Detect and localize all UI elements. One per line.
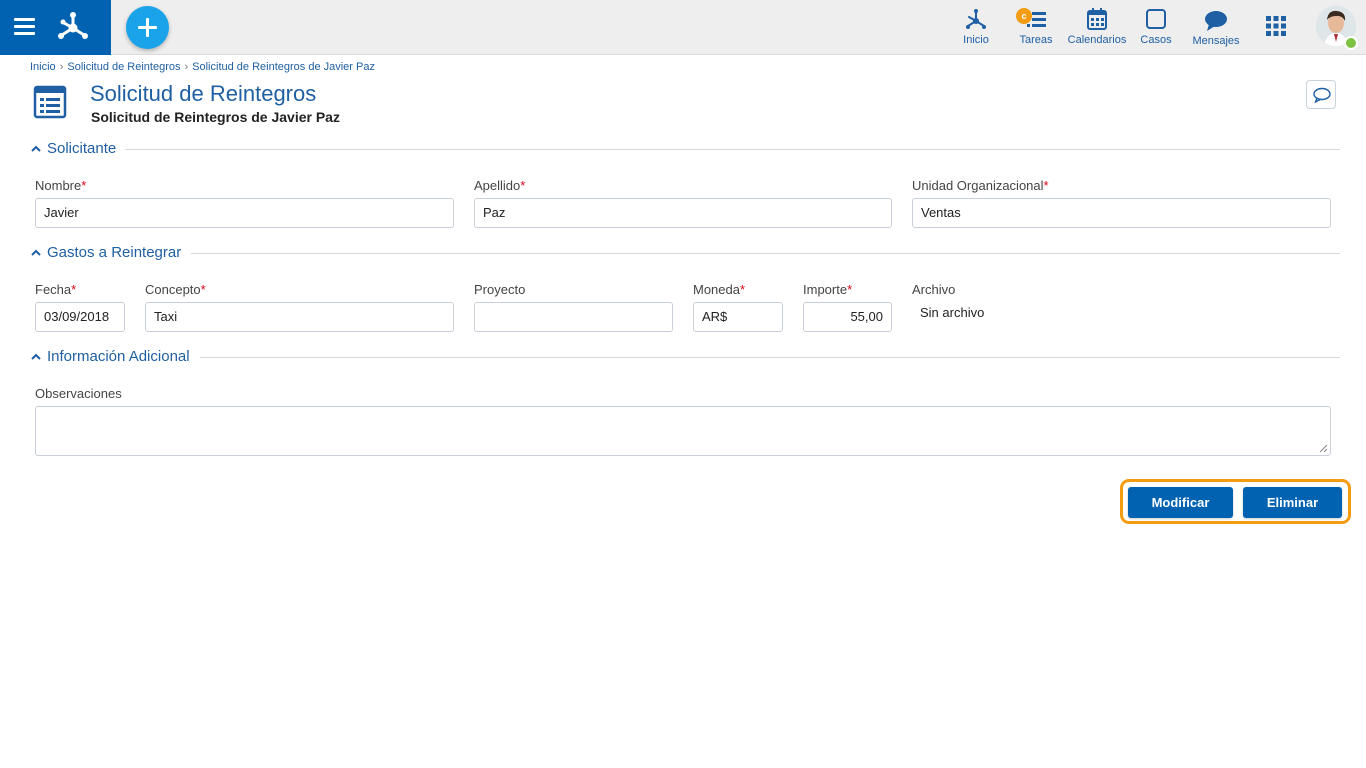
section-informacion-adicional: Información Adicional [30,348,1340,368]
importe-field[interactable]: 55,00 [803,302,892,332]
form-icon [33,85,67,119]
nav-label: Casos [1140,34,1172,46]
unidad-organizacional-field[interactable]: Ventas [912,198,1331,228]
process-icon [966,9,986,29]
section-divider [191,253,1340,254]
chevron-up-icon[interactable] [30,143,42,155]
page-subtitle: Solicitud de Reintegros de Javier Paz [91,109,340,125]
breadcrumb-item-process[interactable]: Solicitud de Reintegros [67,61,180,73]
comment-icon [1313,87,1331,103]
tasks-badge: c [1016,8,1032,24]
messages-icon [1205,11,1227,31]
nav-item-calendarios[interactable]: Calendarios [1066,0,1128,54]
delete-button[interactable]: Eliminar [1243,487,1342,518]
nav-label: Tareas [1019,34,1053,46]
section-title[interactable]: Solicitante [47,140,116,157]
page-title: Solicitud de Reintegros [90,81,317,106]
nombre-label: Nombre* [35,178,87,193]
menu-icon[interactable] [14,18,35,35]
fecha-field[interactable]: 03/09/2018 [35,302,125,332]
section-divider [200,357,1340,358]
nav-label: Mensajes [1192,35,1240,47]
logo-icon[interactable] [54,8,92,46]
breadcrumb: Inicio › Solicitud de Reintegros › Solicitud… [30,61,375,73]
nav-item-inicio[interactable]: Inicio [954,0,998,54]
apellido-field[interactable]: Paz [474,198,892,228]
top-bar: Inicio Tareas c Calendarios Casos Mensaj… [0,0,1366,55]
fecha-label: Fecha* [35,282,77,297]
breadcrumb-separator: › [184,61,189,73]
add-button[interactable] [126,6,169,49]
apellido-label: Apellido* [474,178,526,193]
breadcrumb-item-current[interactable]: Solicitud de Reintegros de Javier Paz [192,61,375,73]
nav-label: Inicio [963,34,989,46]
online-status-indicator [1344,36,1358,50]
cases-icon [1146,9,1166,29]
importe-label: Importe* [803,282,853,297]
concepto-label: Concepto* [145,282,206,297]
nav-item-casos[interactable]: Casos [1136,0,1176,54]
chevron-up-icon[interactable] [30,247,42,259]
resize-handle-icon[interactable] [1319,444,1328,453]
chevron-up-icon[interactable] [30,351,42,363]
calendar-icon [1087,8,1107,30]
archivo-label: Archivo [912,282,956,297]
section-title[interactable]: Información Adicional [47,348,190,365]
proyecto-label: Proyecto [474,282,526,297]
concepto-field[interactable]: Taxi [145,302,454,332]
observaciones-label: Observaciones [35,386,122,401]
section-gastos: Gastos a Reintegrar [30,244,1340,264]
proyecto-field[interactable] [474,302,673,332]
nav-label: Calendarios [1067,34,1127,46]
comments-button[interactable] [1306,80,1336,109]
nombre-field[interactable]: Javier [35,198,454,228]
unidad-organizacional-label: Unidad Organizacional* [912,178,1049,193]
modify-button[interactable]: Modificar [1128,487,1233,518]
section-divider [125,149,1340,150]
section-title[interactable]: Gastos a Reintegrar [47,244,181,261]
brand-area [0,0,111,55]
breadcrumb-item-inicio[interactable]: Inicio [30,61,56,73]
observaciones-textarea[interactable] [35,406,1331,456]
nav-item-mensajes[interactable]: Mensajes [1190,0,1242,54]
breadcrumb-separator: › [59,61,64,73]
moneda-field[interactable]: AR$ [693,302,783,332]
section-solicitante: Solicitante [30,140,1340,160]
moneda-label: Moneda* [693,282,746,297]
apps-grid-icon[interactable] [1266,16,1286,36]
archivo-value: Sin archivo [920,305,985,320]
